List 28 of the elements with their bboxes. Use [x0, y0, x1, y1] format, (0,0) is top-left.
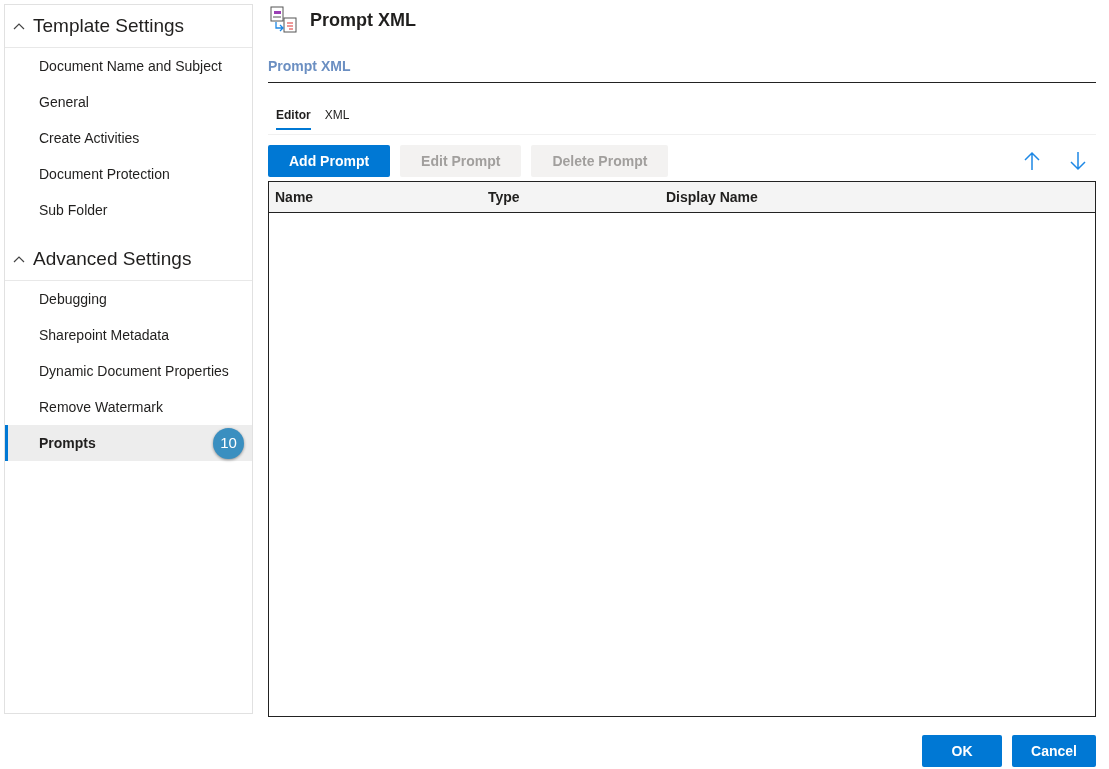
sidebar-item[interactable]: Document Name and Subject [5, 48, 252, 84]
toolbar-button[interactable]: Add Prompt [268, 145, 391, 177]
column-header[interactable]: Type [488, 186, 666, 208]
column-header[interactable]: Display Name [666, 186, 1095, 208]
sidebar-item[interactable]: Sharepoint Metadata [5, 317, 252, 353]
document-transfer-icon [270, 6, 298, 34]
column-header[interactable]: Name [275, 186, 488, 208]
sidebar-item[interactable]: Create Activities [5, 120, 252, 156]
sidebar-item[interactable]: Document Protection [5, 156, 252, 192]
sidebar-item[interactable]: Sub Folder [5, 192, 252, 228]
chevron-up-icon[interactable] [13, 255, 25, 263]
count-badge: 10 [213, 427, 244, 459]
section-title: Template Settings [33, 13, 185, 38]
chevron-up-icon[interactable] [13, 22, 25, 30]
section-label: Prompt XML [268, 58, 351, 74]
sidebar-item[interactable]: Debugging [5, 281, 252, 317]
sidebar-item[interactable]: General [5, 84, 252, 120]
section-title: Advanced Settings [33, 246, 192, 271]
sidebar-item[interactable]: Prompts 10 [5, 425, 252, 461]
sidebar-item[interactable]: Remove Watermark [5, 389, 252, 425]
sidebar-item[interactable]: Dynamic Document Properties [5, 353, 252, 389]
tab[interactable]: XML [324, 101, 350, 130]
cancel-button[interactable]: Cancel [1012, 735, 1096, 767]
tab[interactable]: Editor [276, 101, 311, 130]
arrow-up-icon[interactable] [1023, 151, 1041, 171]
ok-button[interactable]: OK [922, 735, 1002, 767]
arrow-down-icon[interactable] [1069, 151, 1087, 171]
page-title: Prompt XML [310, 8, 416, 32]
